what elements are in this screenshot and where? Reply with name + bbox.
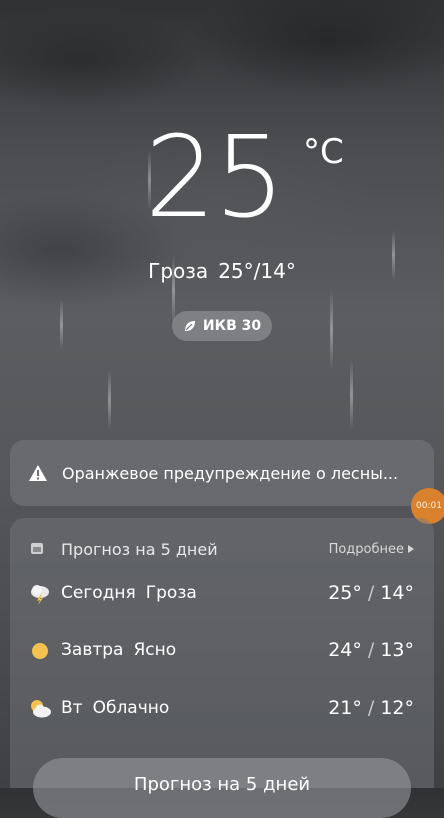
rain-streak (108, 370, 111, 430)
warning-icon (29, 465, 47, 481)
weather-alert-banner[interactable]: Оранжевое предупреждение о лесны... (10, 440, 434, 506)
forecast-day-temps: 25°/14° (328, 582, 414, 604)
condition-text: Гроза (148, 259, 209, 283)
calendar-icon (31, 543, 43, 554)
forecast-card: Прогноз на 5 дней Подробнее Сегодня Гроза… (10, 518, 434, 788)
five-day-forecast-button[interactable]: Прогноз на 5 дней (33, 758, 411, 818)
thunderstorm-icon (31, 585, 49, 605)
rain-streak (350, 360, 353, 430)
sun-icon (32, 643, 48, 659)
forecast-title: Прогноз на 5 дней (61, 540, 218, 559)
forecast-day-label: Завтра Ясно (61, 640, 177, 660)
temperature-range: 25°/14° (218, 259, 296, 283)
current-temperature: 25 (0, 122, 444, 234)
aqi-badge[interactable]: ИКВ 30 (172, 311, 272, 341)
temperature-value: 25 (144, 113, 286, 243)
forecast-day-row[interactable]: Завтра Ясно 24°/13° (10, 636, 434, 666)
alert-text: Оранжевое предупреждение о лесны... (62, 463, 399, 483)
forecast-day-temps: 24°/13° (328, 639, 414, 661)
rain-streak (60, 300, 63, 350)
forecast-day-temps: 21°/12° (328, 697, 414, 719)
forecast-header: Прогноз на 5 дней Подробнее (10, 538, 434, 562)
rain-streak (330, 290, 333, 370)
forecast-day-label: Вт Облачно (61, 698, 170, 718)
aqi-label: ИКВ 30 (202, 318, 262, 334)
chevron-right-icon[interactable] (408, 545, 414, 553)
forecast-day-row[interactable]: Сегодня Гроза 25°/14° (10, 579, 434, 609)
forecast-day-label: Сегодня Гроза (61, 583, 197, 603)
forecast-more-link[interactable]: Подробнее (329, 542, 404, 557)
leaf-icon (184, 321, 195, 331)
current-condition: Гроза 25°/14° (0, 259, 444, 283)
temperature-unit: °C (303, 132, 344, 172)
forecast-day-row[interactable]: Вт Облачно 21°/12° (10, 694, 434, 724)
partly-cloudy-icon (31, 700, 51, 718)
